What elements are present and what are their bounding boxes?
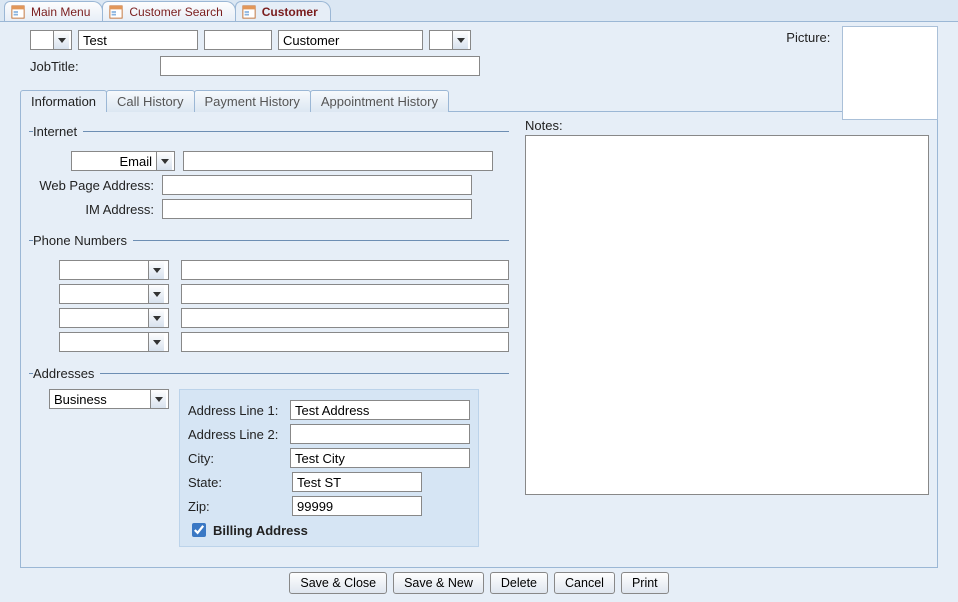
tab-label: Call History: [117, 94, 183, 109]
phone-type-combo[interactable]: [59, 308, 169, 328]
email-type-input[interactable]: [72, 152, 156, 170]
phone-type-combo[interactable]: [59, 332, 169, 352]
form-icon: [11, 5, 25, 19]
billing-label: Billing Address: [213, 523, 308, 538]
picture-label: Picture:: [786, 30, 830, 45]
tab-payment-history[interactable]: Payment History: [194, 90, 311, 112]
picture-box[interactable]: [842, 26, 938, 120]
internet-group: Internet Web Page Address: IM Address:: [29, 124, 509, 223]
dropdown-icon[interactable]: [150, 390, 166, 408]
phone-type-input[interactable]: [60, 285, 148, 303]
window-tab-bar: Main Menu Customer Search Customer: [0, 0, 958, 22]
webpage-input[interactable]: [162, 175, 472, 195]
title-combo[interactable]: [30, 30, 72, 50]
dropdown-icon[interactable]: [156, 152, 172, 170]
window-tab-customer[interactable]: Customer: [235, 1, 331, 21]
dropdown-icon[interactable]: [53, 31, 69, 49]
tab-label: Payment History: [205, 94, 300, 109]
addr-zip-input[interactable]: [292, 496, 422, 516]
form-icon: [242, 5, 256, 19]
window-tab-customer-search[interactable]: Customer Search: [102, 1, 235, 21]
billing-checkbox[interactable]: [192, 523, 206, 537]
webpage-label: Web Page Address:: [29, 178, 154, 193]
addr-state-input[interactable]: [292, 472, 422, 492]
addr-city-label: City:: [188, 451, 282, 466]
tab-information[interactable]: Information: [20, 90, 107, 112]
address-type-combo[interactable]: [49, 389, 169, 409]
addr-line1-label: Address Line 1:: [188, 403, 282, 418]
addresses-legend: Addresses: [33, 366, 100, 381]
save-new-button[interactable]: Save & New: [393, 572, 484, 594]
print-button[interactable]: Print: [621, 572, 669, 594]
cancel-button[interactable]: Cancel: [554, 572, 615, 594]
addr-line1-input[interactable]: [290, 400, 470, 420]
billing-address-check[interactable]: Billing Address: [188, 520, 470, 540]
phone-type-combo[interactable]: [59, 284, 169, 304]
form-icon: [109, 5, 123, 19]
customer-header: JobTitle: Picture:: [0, 22, 958, 80]
window-tab-main-menu[interactable]: Main Menu: [4, 1, 103, 21]
phone-number-input[interactable]: [181, 284, 509, 304]
addr-city-input[interactable]: [290, 448, 470, 468]
last-name-input[interactable]: [278, 30, 423, 50]
email-input[interactable]: [183, 151, 493, 171]
tab-label: Appointment History: [321, 94, 438, 109]
footer-button-bar: Save & Close Save & New Delete Cancel Pr…: [0, 568, 958, 602]
internet-legend: Internet: [33, 124, 83, 139]
addr-line2-label: Address Line 2:: [188, 427, 282, 442]
window-tab-label: Customer Search: [129, 5, 222, 19]
dropdown-icon[interactable]: [452, 31, 468, 49]
tab-label: Information: [31, 94, 96, 109]
dropdown-icon[interactable]: [148, 309, 164, 327]
tab-page-information: Internet Web Page Address: IM Address:: [20, 111, 938, 568]
phones-legend: Phone Numbers: [33, 233, 133, 248]
tab-appointment-history[interactable]: Appointment History: [310, 90, 449, 112]
dropdown-icon[interactable]: [148, 285, 164, 303]
dropdown-icon[interactable]: [148, 261, 164, 279]
address-detail-box: Address Line 1: Address Line 2: City: St…: [179, 389, 479, 547]
phones-group: Phone Numbers: [29, 233, 509, 356]
address-type-input[interactable]: [50, 390, 150, 408]
jobtitle-label: JobTitle:: [30, 59, 90, 74]
im-input[interactable]: [162, 199, 472, 219]
middle-name-input[interactable]: [204, 30, 272, 50]
phone-number-input[interactable]: [181, 260, 509, 280]
title-combo-input[interactable]: [31, 31, 53, 49]
suffix-combo[interactable]: [429, 30, 471, 50]
phone-type-input[interactable]: [60, 309, 148, 327]
addresses-group: Addresses Address Line 1: Address Line 2…: [29, 366, 509, 547]
phone-number-input[interactable]: [181, 332, 509, 352]
detail-tab-control: Information Call History Payment History…: [20, 90, 938, 568]
tab-call-history[interactable]: Call History: [106, 90, 194, 112]
save-close-button[interactable]: Save & Close: [289, 572, 387, 594]
window-tab-label: Main Menu: [31, 5, 90, 19]
phone-type-combo[interactable]: [59, 260, 169, 280]
delete-button[interactable]: Delete: [490, 572, 548, 594]
dropdown-icon[interactable]: [148, 333, 164, 351]
im-label: IM Address:: [29, 202, 154, 217]
jobtitle-input[interactable]: [160, 56, 480, 76]
phone-number-input[interactable]: [181, 308, 509, 328]
notes-textarea[interactable]: [525, 135, 929, 495]
suffix-combo-input[interactable]: [430, 31, 452, 49]
addr-state-label: State:: [188, 475, 284, 490]
addr-line2-input[interactable]: [290, 424, 470, 444]
first-name-input[interactable]: [78, 30, 198, 50]
addr-zip-label: Zip:: [188, 499, 284, 514]
email-type-combo[interactable]: [71, 151, 175, 171]
phone-type-input[interactable]: [60, 333, 148, 351]
phone-type-input[interactable]: [60, 261, 148, 279]
window-tab-label: Customer: [262, 5, 318, 19]
